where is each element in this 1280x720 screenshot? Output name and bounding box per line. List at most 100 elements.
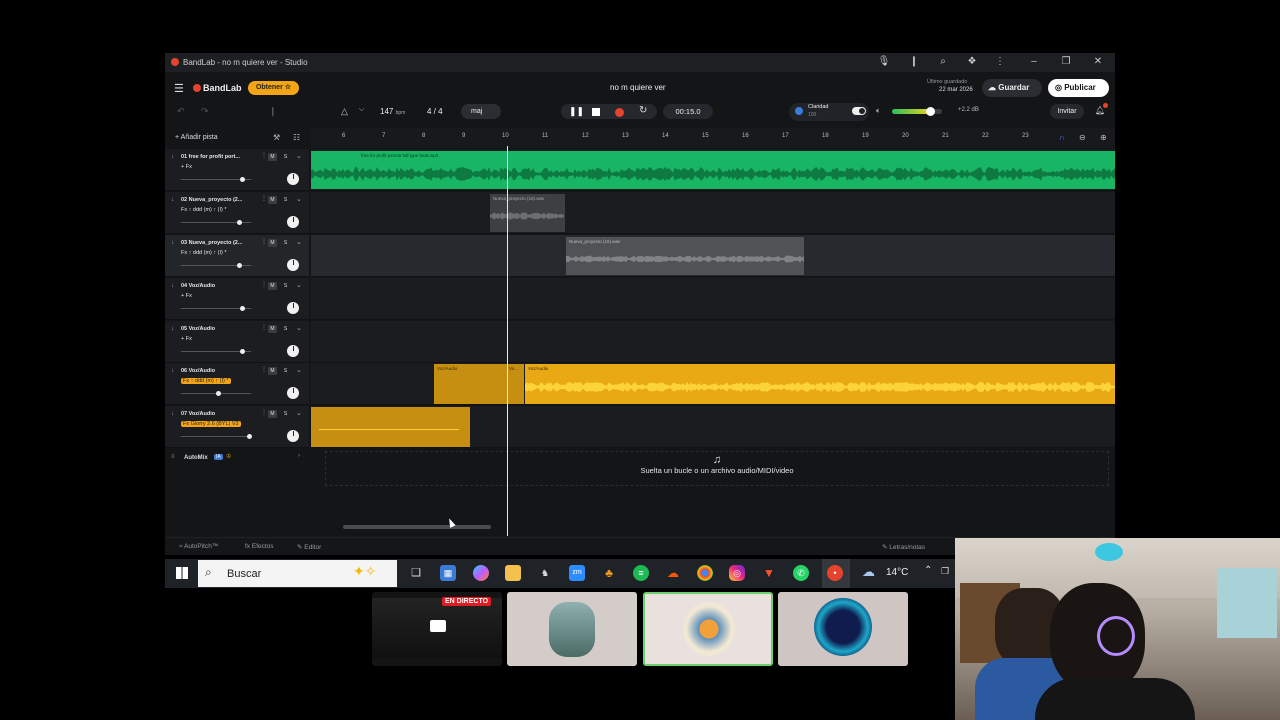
live-screen-thumbnail[interactable]: EN DIRECTO — [372, 592, 502, 666]
stop-icon[interactable] — [592, 108, 600, 116]
lyrics-button[interactable]: ✎ Letras/notas — [882, 543, 925, 551]
track-name[interactable]: 06 Voz/Audio — [181, 368, 257, 374]
invite-button[interactable]: Invitar — [1050, 104, 1084, 119]
record-icon[interactable] — [615, 108, 624, 117]
clarity-toggle[interactable] — [852, 107, 866, 115]
chevron-down-icon[interactable]: ⌄ — [296, 324, 302, 332]
solo-button[interactable]: S — [281, 367, 290, 375]
track-lane-1[interactable]: free for profit pxm46 hdl type beat.mp3 — [311, 149, 1115, 191]
track-name[interactable]: 07 Voz/Audio — [181, 411, 257, 417]
spotify-icon[interactable]: ≡ — [633, 565, 649, 581]
track-lane-6[interactable]: Voz/Audio Vo... Voz/Audio — [311, 363, 1115, 405]
drag-handle-icon[interactable]: ⋮ — [261, 409, 267, 416]
metronome-dropdown-icon[interactable]: ⌵ — [359, 106, 364, 114]
mute-button[interactable]: M — [268, 410, 277, 418]
editor-button[interactable]: ✎ Editor — [297, 543, 321, 551]
publish-button[interactable]: ◎ Publicar — [1048, 79, 1109, 97]
audio-clip[interactable]: Nueva_proyecto (16).wav — [566, 237, 804, 275]
chevron-down-icon[interactable]: ⌄ — [296, 409, 302, 417]
track-fx[interactable]: + Fx — [181, 336, 192, 342]
copilot-icon[interactable] — [473, 565, 489, 581]
mute-button[interactable]: M — [268, 367, 277, 375]
zoom-in-icon[interactable]: ⊕ — [1100, 133, 1107, 142]
solo-button[interactable]: S — [281, 410, 290, 418]
audio-clip[interactable]: Nueva_proyecto (16).wav — [490, 194, 565, 232]
mute-button[interactable]: M — [268, 196, 277, 204]
menu-icon[interactable]: ☰ — [174, 82, 184, 95]
chevron-up-icon[interactable]: ⌃ — [924, 565, 932, 576]
track-name[interactable]: 04 Voz/Audio — [181, 283, 257, 289]
arm-record-icon[interactable]: ↓ — [171, 368, 174, 374]
track-volume-thumb[interactable] — [240, 177, 246, 182]
time-signature[interactable]: 4 / 4 — [427, 107, 443, 116]
bpm-control[interactable]: 147 bpm — [380, 107, 405, 116]
track-header[interactable]: ↓ 05 Voz/Audio + Fx ⋮ M S ⌄ — [165, 321, 309, 363]
drag-handle-icon[interactable]: ⋮ — [261, 152, 267, 159]
track-lane-2[interactable]: Nueva_proyecto (16).wav — [311, 192, 1115, 234]
autopitch-button[interactable]: ≈ AutoPitch™ — [179, 543, 218, 550]
redo-icon[interactable]: ↷ — [201, 106, 209, 117]
snap-icon[interactable]: ∩ — [1059, 133, 1065, 142]
mute-button[interactable]: M — [268, 153, 277, 161]
track-volume-thumb[interactable] — [240, 306, 246, 311]
track-lane-7[interactable] — [311, 406, 1115, 448]
arm-record-icon[interactable]: ↓ — [171, 326, 174, 332]
master-volume-thumb[interactable] — [925, 107, 935, 116]
track-volume-thumb[interactable] — [216, 391, 222, 396]
time-display[interactable]: 00:15.0 — [663, 104, 713, 119]
track-fx[interactable]: Fx ↑ ddd (m) ↑ (I) * — [181, 207, 227, 213]
solo-button[interactable]: S — [281, 196, 290, 204]
pan-knob[interactable] — [287, 387, 299, 399]
track-volume-slider[interactable] — [181, 436, 251, 437]
close-icon[interactable]: ✕ — [1091, 56, 1105, 67]
track-fx[interactable]: Fx ↑ ddd (m) ↑ (I) * — [181, 250, 227, 256]
minimize-icon[interactable]: – — [1027, 56, 1041, 67]
track-fx[interactable]: Fx ↑ ddd (m) ↑ (I) * — [181, 378, 231, 384]
mic-icon[interactable]: 🎙︎ — [877, 56, 891, 67]
speaker-icon[interactable]: 🔈︎ — [876, 106, 881, 116]
loop-icon[interactable]: ↻ — [639, 105, 647, 116]
audio-clip[interactable]: free for profit pxm46 hdl type beat.mp3 — [311, 151, 1115, 189]
track-name[interactable]: 01 free for profit port... — [181, 154, 257, 160]
zoom-out-icon[interactable]: ⊖ — [1079, 133, 1086, 142]
get-button[interactable]: Obtener ☆ — [248, 81, 299, 95]
audio-clip[interactable]: Voz/Audio — [434, 364, 506, 404]
sidebar-icon[interactable]: ❙ — [907, 56, 921, 67]
whatsapp-icon[interactable]: ✆ — [793, 565, 809, 581]
arm-record-icon[interactable]: ↓ — [171, 154, 174, 160]
arm-record-icon[interactable]: ↓ — [171, 283, 174, 289]
taskview-icon[interactable]: ❑ — [408, 565, 424, 581]
track-header[interactable]: ↓ 01 free for profit port... + Fx ⋮ M S ⌄ — [165, 149, 309, 191]
add-track-button[interactable]: + Añadir pista — [175, 134, 218, 141]
effects-button[interactable]: fx Efectos — [245, 543, 274, 550]
automix-row[interactable]: ≡ AutoMix IA ♔ › — [165, 452, 309, 468]
drag-handle-icon[interactable]: ⋮ — [261, 195, 267, 202]
pan-knob[interactable] — [287, 302, 299, 314]
instagram-icon[interactable]: ◎ — [729, 565, 745, 581]
playhead[interactable] — [507, 146, 508, 536]
chevron-right-icon[interactable]: › — [298, 453, 300, 459]
track-header[interactable]: ↓ 02 Nueva_proyecto (2... Fx ↑ ddd (m) ↑ (… — [165, 192, 309, 234]
chevron-down-icon[interactable]: ⌄ — [296, 281, 302, 289]
track-volume-thumb[interactable] — [236, 263, 242, 268]
chevron-down-icon[interactable]: ⌄ — [296, 238, 302, 246]
more-icon[interactable]: ⋮ — [993, 56, 1007, 67]
brand-name[interactable]: BandLab — [203, 83, 242, 93]
pan-knob[interactable] — [287, 345, 299, 357]
extensions-icon[interactable]: ❖ — [965, 56, 979, 67]
project-title[interactable]: no m quiere ver — [610, 83, 666, 92]
track-name[interactable]: 02 Nueva_proyecto (2... — [181, 197, 257, 203]
audio-clip[interactable]: Voz/Audio — [525, 364, 1115, 404]
drag-handle-icon[interactable]: ⋮ — [261, 238, 267, 245]
track-header[interactable]: ↓ 07 Voz/Audio Fx Glorry 2.6 (BYL) V2 ⋮ M S ⌄ — [165, 406, 309, 448]
split-icon[interactable]: ❙ — [269, 106, 277, 117]
chevron-down-icon[interactable]: ⌄ — [296, 152, 302, 160]
track-header[interactable]: ↓ 04 Voz/Audio + Fx ⋮ M S ⌄ — [165, 278, 309, 320]
start-icon[interactable] — [176, 567, 188, 579]
track-fx[interactable]: Fx Glorry 2.6 (BYL) V2 — [181, 421, 241, 427]
pan-knob[interactable] — [287, 216, 299, 228]
zoom-icon[interactable]: ⌕ — [936, 56, 950, 67]
pan-knob[interactable] — [287, 259, 299, 271]
zoom-app-icon[interactable]: zm — [569, 565, 585, 581]
arm-record-icon[interactable]: ↓ — [171, 197, 174, 203]
